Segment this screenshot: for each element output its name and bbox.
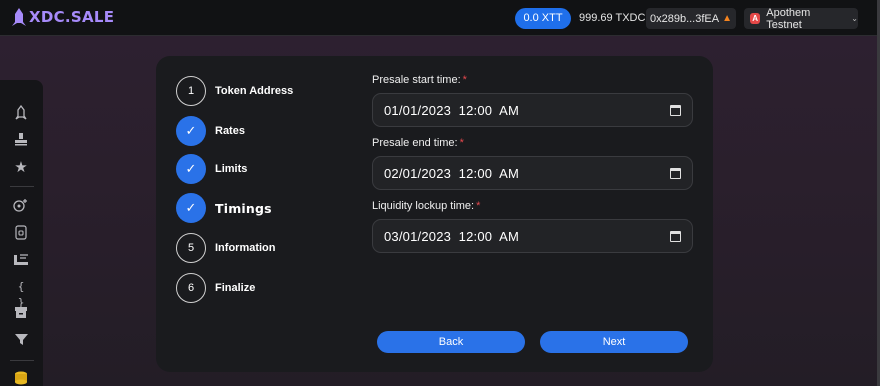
step-label: Token Address: [215, 85, 294, 97]
presale-start-label: Presale start time: *: [372, 74, 467, 86]
step-timings[interactable]: ✓ Timings: [176, 193, 272, 223]
native-balance: 999.69 TXDC: [579, 12, 646, 24]
rocket-icon[interactable]: [13, 104, 29, 121]
presale-end-label: Presale end time: *: [372, 137, 464, 149]
step-label: Rates: [215, 125, 245, 137]
wallet-address-button[interactable]: 0x289b...3fEA ▲: [646, 8, 736, 29]
liquidity-lockup-value: 03/01/2023 12:00 AM: [384, 228, 520, 244]
liquidity-lockup-label: Liquidity lockup time: *: [372, 200, 481, 212]
presale-start-value: 01/01/2023 12:00 AM: [384, 102, 520, 118]
network-name: Apothem Testnet: [766, 6, 811, 31]
coins-icon[interactable]: [13, 370, 29, 386]
step-label: Finalize: [215, 282, 256, 294]
required-mark: *: [459, 137, 464, 149]
code-icon[interactable]: { }: [13, 279, 29, 309]
next-button[interactable]: Next: [540, 331, 688, 353]
network-badge-icon: A: [750, 13, 761, 24]
sidebar-divider: [10, 186, 34, 187]
chevron-down-icon: ⌄: [851, 14, 858, 23]
box-icon[interactable]: [13, 306, 29, 322]
step-marker: 1: [176, 76, 206, 106]
presale-end-value: 02/01/2023 12:00 AM: [384, 165, 520, 181]
required-mark: *: [462, 74, 467, 86]
network-selector[interactable]: A Apothem Testnet ⌄: [744, 6, 858, 31]
filter-icon[interactable]: [13, 333, 29, 349]
top-bar: XDC.SALE 0.0 XTT 999.69 TXDC 0x289b...3f…: [0, 0, 880, 36]
step-label: Timings: [215, 200, 272, 216]
token-balance-pill[interactable]: 0.0 XTT: [515, 8, 571, 29]
logo[interactable]: XDC.SALE: [12, 8, 114, 26]
sidebar-divider: [10, 360, 34, 361]
step-marker: 6: [176, 273, 206, 303]
stamp-icon[interactable]: [13, 132, 29, 148]
presale-form-card: 1 Token Address ✓ Rates ✓ Limits ✓ Timin…: [156, 56, 713, 372]
staking-icon[interactable]: [13, 252, 29, 268]
step-finalize[interactable]: 6 Finalize: [176, 273, 255, 303]
back-button[interactable]: Back: [377, 331, 525, 353]
logo-text: XDC.SALE: [29, 8, 115, 26]
step-token-address[interactable]: 1 Token Address: [176, 76, 293, 106]
check-icon: ✓: [176, 116, 206, 146]
presale-end-input[interactable]: 02/01/2023 12:00 AM: [372, 156, 693, 190]
calendar-icon[interactable]: [670, 168, 681, 179]
wallet-address: 0x289b...3fEA: [649, 12, 720, 25]
step-rates[interactable]: ✓ Rates: [176, 116, 245, 146]
check-icon: ✓: [176, 193, 206, 223]
presale-start-input[interactable]: 01/01/2023 12:00 AM: [372, 93, 693, 127]
metamask-icon: ▲: [722, 13, 732, 24]
calendar-icon[interactable]: [670, 231, 681, 242]
step-information[interactable]: 5 Information: [176, 233, 276, 263]
step-label: Limits: [215, 163, 248, 175]
liquidity-lockup-input[interactable]: 03/01/2023 12:00 AM: [372, 219, 693, 253]
calendar-icon[interactable]: [670, 105, 681, 116]
step-marker: 5: [176, 233, 206, 263]
rocket-logo-icon: [12, 8, 26, 26]
step-label: Information: [215, 242, 276, 254]
check-icon: ✓: [176, 154, 206, 184]
star-icon[interactable]: ★: [13, 160, 29, 176]
step-limits[interactable]: ✓ Limits: [176, 154, 247, 184]
required-mark: *: [476, 200, 481, 212]
sidebar: ★ { }: [0, 80, 43, 386]
coin-plus-icon[interactable]: [13, 198, 29, 214]
lock-icon[interactable]: [13, 225, 29, 241]
